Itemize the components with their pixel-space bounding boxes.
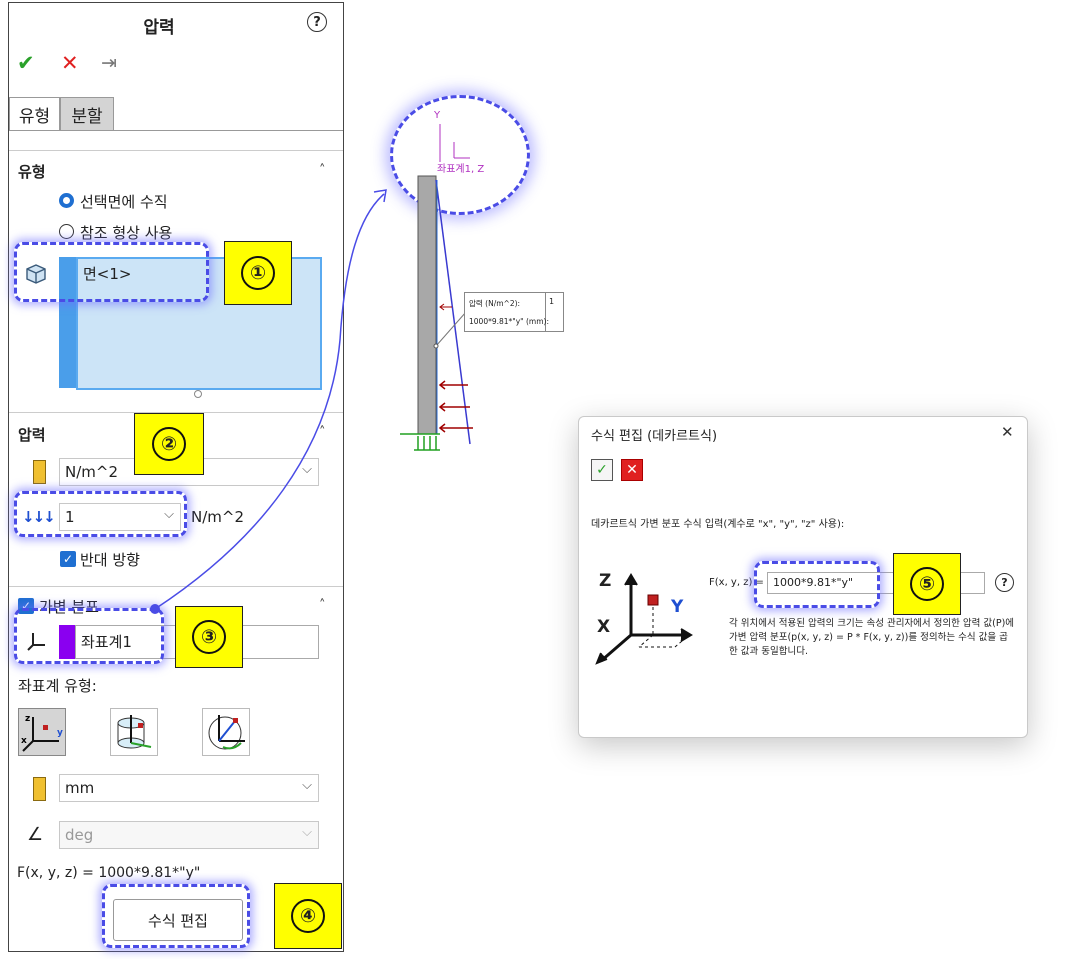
badge-5: ⑤: [893, 553, 961, 615]
dialog-description: 각 위치에서 적용된 압력의 크기는 속성 관리자에서 정의한 압력 값(P)에…: [729, 618, 1015, 657]
model-viewport: [400, 124, 473, 451]
formula-help-icon[interactable]: ?: [995, 573, 1014, 592]
dialog-cancel-button[interactable]: ✕: [621, 459, 643, 481]
callout-formula-label: 1000*9.81*"y" (mm):: [469, 317, 549, 326]
axis-y-label: Y: [434, 110, 441, 121]
pressure-callout: 압력 (N/m^2): 1 1000*9.81*"y" (mm):: [464, 292, 564, 332]
axis-x-label: X: [597, 617, 611, 637]
close-icon[interactable]: ✕: [1001, 423, 1014, 441]
axis-y-label: Y: [671, 597, 684, 617]
highlight-formula-input: [754, 561, 880, 608]
dialog-instruction: 데카르트식 가변 분포 수식 입력(계수로 "x", "y", "z" 사용):: [591, 519, 845, 530]
coord-system-label: 좌표계1, Z: [437, 164, 485, 175]
dialog-title: 수식 편집 (데카르트식): [591, 429, 718, 444]
axis-z-label: Z: [599, 571, 612, 591]
callout-pressure-value: 1: [549, 297, 555, 306]
dialog-ok-button[interactable]: ✓: [591, 459, 613, 481]
callout-pressure-label: 압력 (N/m^2):: [469, 299, 521, 308]
